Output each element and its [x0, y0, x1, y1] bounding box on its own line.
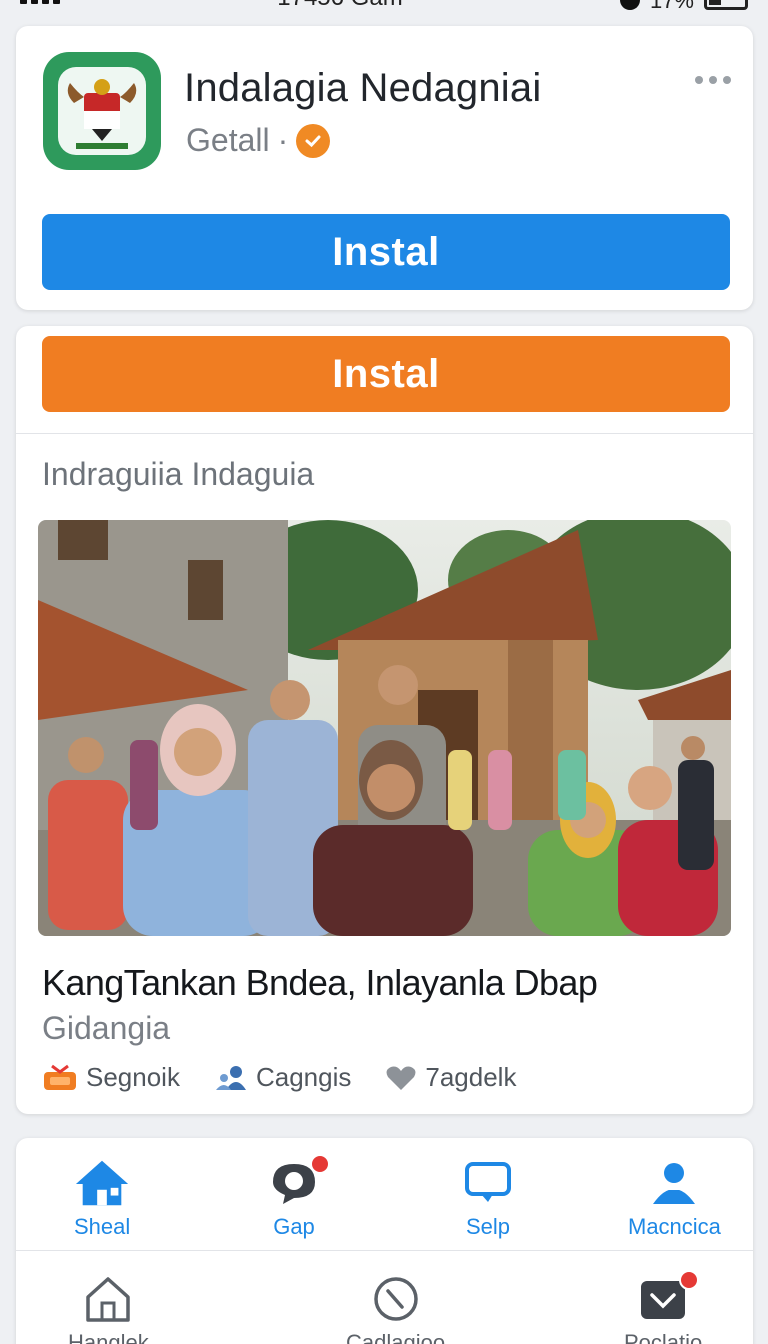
- stat-views[interactable]: Segnoik: [42, 1062, 180, 1093]
- status-bar: 17456 Gam 17%: [0, 0, 768, 16]
- message-icon: [465, 1162, 511, 1202]
- more-options-icon[interactable]: [695, 76, 731, 84]
- nav-label: Sheal: [74, 1214, 131, 1239]
- stat-label: 7agdelk: [425, 1062, 517, 1092]
- battery-icon: [704, 0, 748, 10]
- post-subtitle: Gidangia: [42, 1010, 171, 1046]
- divider: [16, 1250, 753, 1251]
- stat-label: Segnoik: [86, 1062, 180, 1092]
- battery-percent: 17%: [649, 0, 694, 13]
- nav-item-history[interactable]: Cadlagioo: [346, 1274, 445, 1344]
- bottom-navigation: Sheal Gap Selp Macncica Hanglek Cadlagio…: [16, 1138, 753, 1344]
- nav-label: Gap: [273, 1214, 315, 1239]
- signal-icon: [20, 0, 60, 4]
- app-header-card: Indalagia Nedagniai Getall · Instal: [16, 26, 753, 310]
- post-stats: Segnoik Cagngis 7agdelk: [42, 1062, 550, 1093]
- stat-likes[interactable]: 7agdelk: [385, 1062, 516, 1093]
- village-photo[interactable]: [38, 520, 731, 936]
- meta-separator: ·: [277, 122, 289, 158]
- nav-label: Macncica: [628, 1214, 721, 1239]
- stat-label: Cagngis: [255, 1062, 352, 1092]
- nav-item-home[interactable]: Sheal: [74, 1158, 130, 1240]
- app-title: Indalagia Nedagniai: [184, 66, 542, 110]
- clock-icon: [373, 1277, 418, 1321]
- tv-icon: [44, 1064, 76, 1090]
- nav-item-chat[interactable]: Gap: [266, 1154, 330, 1240]
- install-button[interactable]: Instal: [42, 214, 730, 290]
- post-card: Instal Indraguiia Indaguia KangTankan Bn…: [16, 326, 753, 1114]
- divider: [16, 433, 753, 434]
- status-time: 17456 Gam: [277, 0, 402, 10]
- heart-icon: [386, 1066, 416, 1090]
- nav-label: Cadlagioo: [346, 1330, 446, 1344]
- nav-item-messages[interactable]: Selp: [460, 1158, 516, 1240]
- verified-icon: [296, 123, 331, 158]
- app-meta: Getall ·: [186, 122, 331, 159]
- home-icon: [76, 1160, 129, 1206]
- profile-icon: [653, 1163, 696, 1204]
- notification-badge: [679, 1270, 700, 1290]
- house-outline-icon: [86, 1277, 131, 1322]
- notification-dot-icon: [619, 0, 640, 10]
- emblem-icon: [58, 67, 146, 155]
- publisher-name[interactable]: Getall: [186, 122, 270, 159]
- nav-item-profile[interactable]: Macncica: [628, 1158, 721, 1240]
- stat-followers[interactable]: Cagngis: [214, 1062, 351, 1093]
- post-title[interactable]: KangTankan Bndea, Inlayanla Dbap: [42, 962, 598, 1004]
- app-logo: [43, 52, 161, 170]
- nav-label: Selp: [465, 1214, 511, 1239]
- install-button-secondary[interactable]: Instal: [42, 336, 730, 412]
- post-heading: Indraguiia Indaguia: [42, 456, 315, 492]
- nav-item-inbox[interactable]: Poclatio: [624, 1270, 703, 1344]
- notification-badge: [310, 1154, 330, 1174]
- nav-label: Poclatio: [624, 1330, 703, 1344]
- people-icon: [215, 1065, 246, 1090]
- nav-item-house[interactable]: Hanglek: [68, 1274, 149, 1344]
- nav-label: Hanglek: [68, 1330, 149, 1344]
